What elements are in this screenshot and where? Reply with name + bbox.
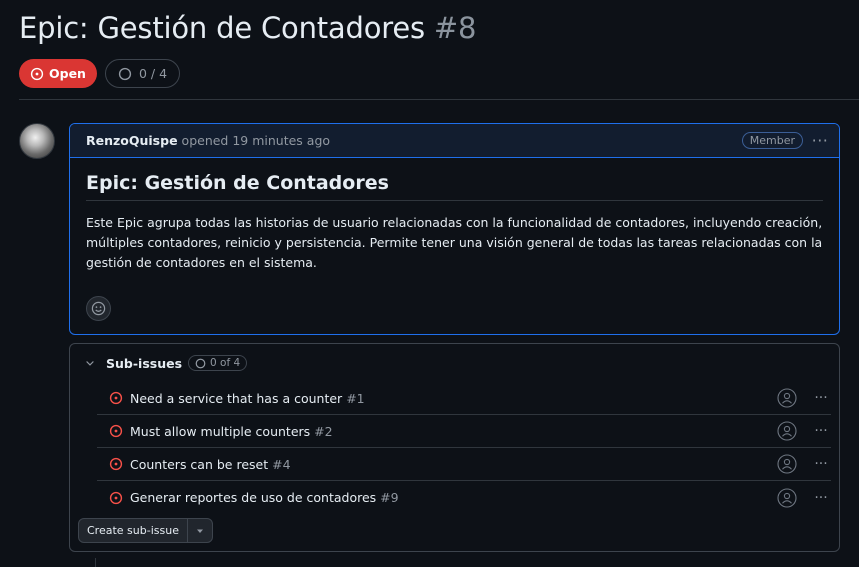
assignee-placeholder-icon[interactable] (777, 487, 797, 508)
row-options-icon[interactable]: ··· (813, 390, 829, 406)
sub-issue-row[interactable]: Generar reportes de uso de contadores #9… (97, 481, 831, 514)
state-badge-open: Open (19, 59, 97, 88)
sub-issues-label: Sub-issues (106, 355, 183, 371)
sub-issues-panel: Sub-issues 0 of 4 Need a service that ha… (69, 343, 840, 552)
progress-label: 0 / 4 (138, 66, 168, 81)
row-options-icon[interactable]: ··· (813, 456, 829, 472)
chevron-down-icon[interactable] (84, 357, 96, 369)
row-options-icon[interactable]: ··· (813, 490, 829, 506)
sub-issue-row[interactable]: Need a service that has a counter #1 ··· (97, 382, 831, 415)
create-sub-issue-dropdown[interactable] (186, 519, 212, 542)
sub-issues-header[interactable]: Sub-issues 0 of 4 (70, 344, 839, 382)
sub-issue-title[interactable]: Must allow multiple counters (130, 424, 310, 439)
comment-text: Este Epic agrupa todas las historias de … (86, 215, 823, 270)
avatar[interactable] (19, 123, 55, 159)
smiley-icon (91, 301, 106, 316)
sub-issues-count-text: 0 of 4 (210, 357, 241, 369)
issue-status-row: Open 0 / 4 (19, 59, 181, 88)
sub-issue-number: #9 (380, 490, 399, 505)
assignee-placeholder-icon[interactable] (777, 421, 797, 441)
add-reaction-button[interactable] (86, 296, 111, 321)
issue-open-icon (109, 457, 123, 471)
comment-header: RenzoQuispe opened 19 minutes ago Member… (70, 124, 839, 158)
comment-author[interactable]: RenzoQuispe (86, 133, 178, 148)
sub-issue-progress[interactable]: 0 / 4 (104, 59, 181, 88)
assignee-placeholder-icon[interactable] (777, 388, 797, 408)
comment-meta[interactable]: opened 19 minutes ago (182, 133, 331, 148)
issue-number: #8 (433, 11, 477, 45)
create-sub-issue-group: Create sub-issue (78, 518, 213, 543)
member-badge: Member (741, 132, 803, 149)
issue-title-text: Epic: Gestión de Contadores (19, 11, 425, 45)
row-options-icon[interactable]: ··· (813, 423, 829, 439)
comment-body: Epic: Gestión de Contadores Este Epic ag… (70, 158, 839, 287)
sub-issue-title[interactable]: Generar reportes de uso de contadores (130, 490, 376, 505)
issue-open-icon (109, 491, 123, 505)
issue-open-icon (109, 391, 123, 405)
create-sub-issue-button[interactable]: Create sub-issue (79, 519, 187, 542)
progress-circle-icon (118, 67, 132, 80)
sub-issue-row[interactable]: Counters can be reset #4 ··· (97, 448, 831, 481)
sub-issues-count: 0 of 4 (188, 355, 248, 371)
sub-issue-number: #1 (346, 390, 365, 406)
triangle-down-icon (196, 529, 203, 533)
sub-issue-row[interactable]: Must allow multiple counters #2 ··· (97, 415, 831, 448)
comment-options-icon[interactable]: ··· (809, 132, 831, 149)
issue-comment: RenzoQuispe opened 19 minutes ago Member… (69, 123, 840, 335)
timeline-connector (95, 558, 96, 567)
sub-issue-number: #2 (314, 423, 333, 439)
sub-issue-title[interactable]: Need a service that has a counter (130, 391, 342, 406)
sub-issue-title[interactable]: Counters can be reset (130, 457, 268, 472)
issue-open-icon (30, 67, 44, 80)
sub-issue-number: #4 (272, 456, 291, 472)
comment-heading: Epic: Gestión de Contadores (86, 172, 823, 201)
issue-open-icon (109, 424, 123, 438)
assignee-placeholder-icon[interactable] (777, 454, 797, 474)
progress-circle-icon (195, 358, 206, 368)
sub-issues-list: Need a service that has a counter #1 ···… (97, 382, 831, 514)
state-label: Open (49, 66, 86, 81)
issue-title: Epic: Gestión de Contadores #8 (19, 11, 476, 45)
header-divider (19, 99, 859, 100)
